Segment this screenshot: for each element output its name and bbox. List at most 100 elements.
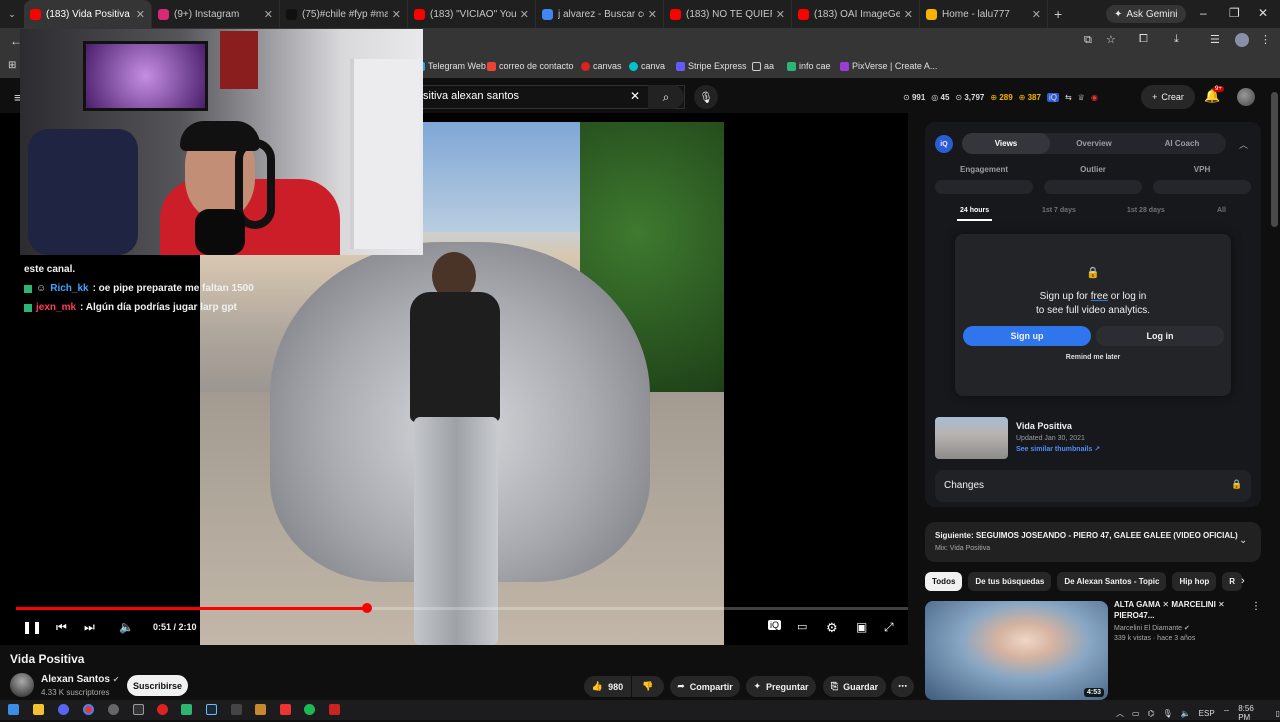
browser-tab[interactable]: (183) "VICIAO" Young ✕ [408,0,536,28]
trophy-icon[interactable]: ♕ [1078,93,1085,102]
range-7-days[interactable]: 1st 7 days [1042,207,1076,214]
tab-list-button[interactable]: ⌄ [0,0,24,28]
app-icon[interactable] [329,704,340,715]
close-tab-icon[interactable]: ✕ [1032,8,1041,21]
close-tab-icon[interactable]: ✕ [136,8,145,21]
apps-icon[interactable]: ⊞ [8,60,16,71]
like-button[interactable]: 👍 980 [584,676,631,697]
range-24-hours[interactable]: 24 hours [960,207,989,214]
close-tab-icon[interactable]: ✕ [264,8,273,21]
download-icon[interactable]: ⤓ [1174,33,1179,46]
chevron-down-icon[interactable]: ⌄ [1239,535,1247,546]
wifi-icon[interactable]: ⌔ [1223,708,1231,718]
bookmark-aa[interactable]: aa [752,61,774,71]
capcut-icon[interactable] [181,704,192,715]
subtitles-icon[interactable]: ▭ [797,620,807,633]
new-tab-button[interactable]: + [1054,6,1062,22]
save-button[interactable]: ⎘ Guardar [823,676,886,697]
chip-busquedas[interactable]: De tus búsquedas [968,572,1052,591]
vidiq-player-icon[interactable]: iQ [768,620,781,630]
collapse-icon[interactable]: ︿ [1239,138,1248,151]
tab-overview[interactable]: Overview [1050,133,1138,154]
windows-start-icon[interactable] [8,704,19,715]
remind-later-link[interactable]: Remind me later [955,354,1231,361]
chrome-icon[interactable] [83,704,94,715]
close-tab-icon[interactable]: ✕ [520,8,529,21]
youtube-icon[interactable] [280,704,291,715]
bookmark-star-icon[interactable]: ☆ [1106,33,1116,46]
close-tab-icon[interactable]: ✕ [776,8,785,21]
browser-tab[interactable]: (183) OAI ImageGen2 ✕ [792,0,920,28]
volume-icon[interactable]: 🔈 [119,620,134,634]
close-tab-icon[interactable]: ✕ [392,8,401,21]
live-icon[interactable]: ◉ [1091,93,1098,102]
clock[interactable]: 8:56 PM [1238,704,1267,722]
settings-icon[interactable]: ⚙ [826,620,838,636]
tab-views[interactable]: Views [962,133,1050,154]
more-actions-button[interactable]: ⋯ [891,676,914,697]
bookmark-pixverse[interactable]: PixVerse | Create A... [840,61,937,71]
ask-button[interactable]: ✦ Preguntar [746,676,816,697]
close-tab-icon[interactable]: ✕ [648,8,657,21]
fullscreen-icon[interactable]: ⤢ [884,620,894,635]
browser-tab[interactable]: (183) NO TE QUIEREN ✕ [664,0,792,28]
signup-button[interactable]: Sign up [963,326,1091,346]
bookmark-info-cae[interactable]: info cae [787,61,831,71]
close-tab-icon[interactable]: ✕ [904,8,913,21]
language-indicator[interactable]: ESP [1199,709,1215,718]
theater-mode-icon[interactable]: ▣ [856,620,867,634]
record-icon[interactable] [157,704,168,715]
browser-tab[interactable]: (75)#chile #fyp #masu ✕ [280,0,408,28]
search-input[interactable]: sitiva alexan santos [400,85,685,109]
file-explorer-icon[interactable] [33,704,44,715]
spotify-icon[interactable] [304,704,315,715]
chip-more[interactable]: R [1222,572,1243,591]
display-icon[interactable]: ▭ [1132,709,1140,718]
browser-tab[interactable]: Home - lalu777 ✕ [920,0,1048,28]
login-button[interactable]: Log in [1096,326,1224,346]
voice-search-button[interactable]: 🎙 [694,85,718,109]
subscribe-button[interactable]: Suscribirse [127,675,188,696]
obs-icon[interactable] [108,704,119,715]
install-app-icon[interactable]: ⧉ [1084,34,1092,47]
more-icon[interactable]: ⋮ [1251,601,1261,612]
range-all[interactable]: All [1217,207,1226,214]
chip-todos[interactable]: Todos [925,572,963,591]
translate-icon[interactable]: ⇆ [1065,93,1072,102]
clear-search-icon[interactable]: ✕ [630,89,640,103]
bookmark-correo[interactable]: correo de contacto [487,61,574,71]
tab-ai-coach[interactable]: AI Coach [1138,133,1226,154]
search-button[interactable]: ⌕ [648,85,684,109]
similar-thumbnails-link[interactable]: See similar thumbnails ↗ [1016,445,1100,453]
previous-icon[interactable]: ⏮ [56,620,67,635]
close-window-button[interactable]: ✕ [1258,6,1268,20]
notification-center-icon[interactable]: ▯ [1276,709,1280,718]
pause-icon[interactable]: ❚❚ [22,620,42,634]
app-icon[interactable] [133,704,144,715]
reading-list-icon[interactable]: ☰ [1210,33,1220,46]
next-up-panel[interactable] [925,522,1261,562]
recommendation-thumbnail[interactable]: 4:53 [925,601,1108,700]
next-icon[interactable]: ⏭ [84,620,95,635]
channel-avatar[interactable] [10,673,34,697]
steam-icon[interactable] [206,704,217,715]
chip-topic[interactable]: De Alexan Santos - Topic [1057,572,1167,591]
terminal-icon[interactable] [231,704,242,715]
bookmark-canva[interactable]: canva [629,61,665,71]
recommendation-title[interactable]: ALTA GAMA ✕ MARCELINI ✕ PIERO47... [1114,599,1249,621]
vidiq-toolbar-icon[interactable]: iQ [1046,92,1059,102]
browser-tab[interactable]: (9+) Instagram ✕ [152,0,280,28]
create-button[interactable]: + Crear [1141,85,1195,109]
extensions-icon[interactable]: ⧠ [1139,33,1148,46]
restore-button[interactable]: ❐ [1229,6,1240,20]
bookmark-telegram[interactable]: Telegram Web [416,61,486,71]
chip-hip-hop[interactable]: Hip hop [1172,572,1217,591]
mic-icon[interactable]: 🎙 [1163,709,1173,718]
speaker-icon[interactable]: 🔈 [1181,709,1191,718]
app-icon[interactable] [255,704,266,715]
share-button[interactable]: ➦ Compartir [670,676,740,697]
menu-icon[interactable]: ⋮ [1260,33,1271,46]
discord-icon[interactable] [58,704,69,715]
account-avatar[interactable] [1237,88,1255,106]
bookmark-stripe[interactable]: Stripe Express [676,61,747,71]
